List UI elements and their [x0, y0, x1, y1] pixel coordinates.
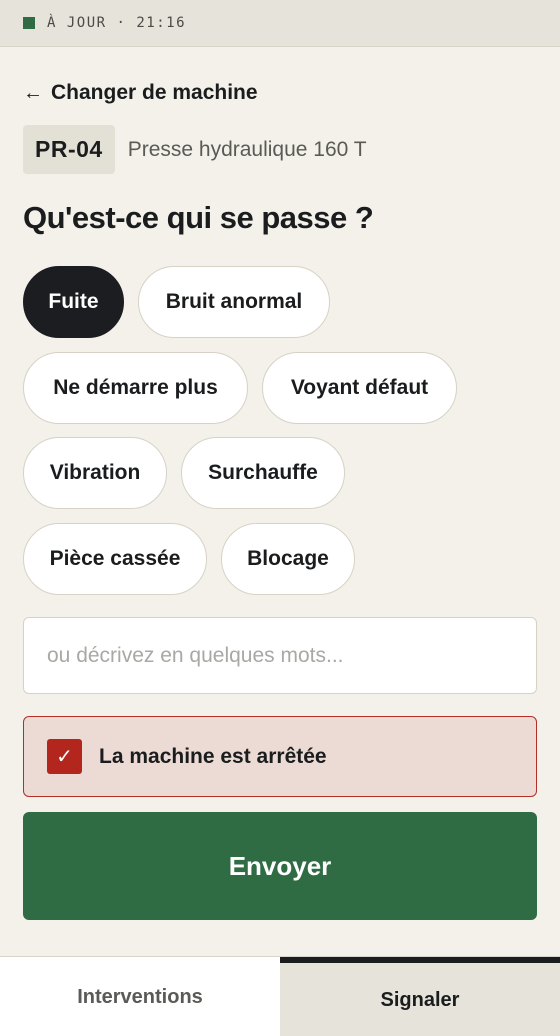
change-machine-label: Changer de machine	[51, 81, 258, 104]
bottom-nav: Interventions Signaler	[0, 956, 560, 1036]
change-machine-link[interactable]: ← Changer de machine	[23, 78, 258, 108]
status-bar: À JOUR · 21:16	[0, 0, 560, 47]
send-button[interactable]: Envoyer	[23, 812, 537, 920]
issue-chip-bruit-anormal[interactable]: Bruit anormal	[138, 266, 330, 338]
issue-chip-blocage[interactable]: Blocage	[221, 523, 355, 595]
arrow-left-icon: ←	[23, 81, 43, 104]
description-input[interactable]	[23, 617, 537, 694]
checkmark-icon: ✓	[56, 746, 73, 768]
issue-chip-piece-cassee[interactable]: Pièce cassée	[23, 523, 207, 595]
status-text: À JOUR · 21:16	[47, 15, 187, 31]
issue-chip-fuite[interactable]: Fuite	[23, 266, 124, 338]
machine-code-badge: PR-04	[23, 125, 115, 174]
issue-chip-ne-demarre-plus[interactable]: Ne démarre plus	[23, 352, 248, 424]
machine-stopped-checkbox[interactable]: ✓	[47, 739, 82, 774]
tab-signaler[interactable]: Signaler	[280, 957, 560, 1036]
issue-chip-surchauffe[interactable]: Surchauffe	[181, 437, 345, 509]
page-title: Qu'est-ce qui se passe ?	[23, 200, 374, 235]
issue-chip-vibration[interactable]: Vibration	[23, 437, 167, 509]
machine-info: PR-04 Presse hydraulique 160 T	[23, 125, 367, 174]
machine-name: Presse hydraulique 160 T	[127, 137, 367, 161]
machine-stopped-toggle[interactable]: ✓ La machine est arrêtée	[23, 716, 537, 797]
tab-interventions[interactable]: Interventions	[0, 957, 280, 1036]
issue-chip-voyant-defaut[interactable]: Voyant défaut	[262, 352, 457, 424]
machine-stopped-label: La machine est arrêtée	[99, 744, 327, 768]
sync-status-indicator-icon	[23, 17, 35, 29]
